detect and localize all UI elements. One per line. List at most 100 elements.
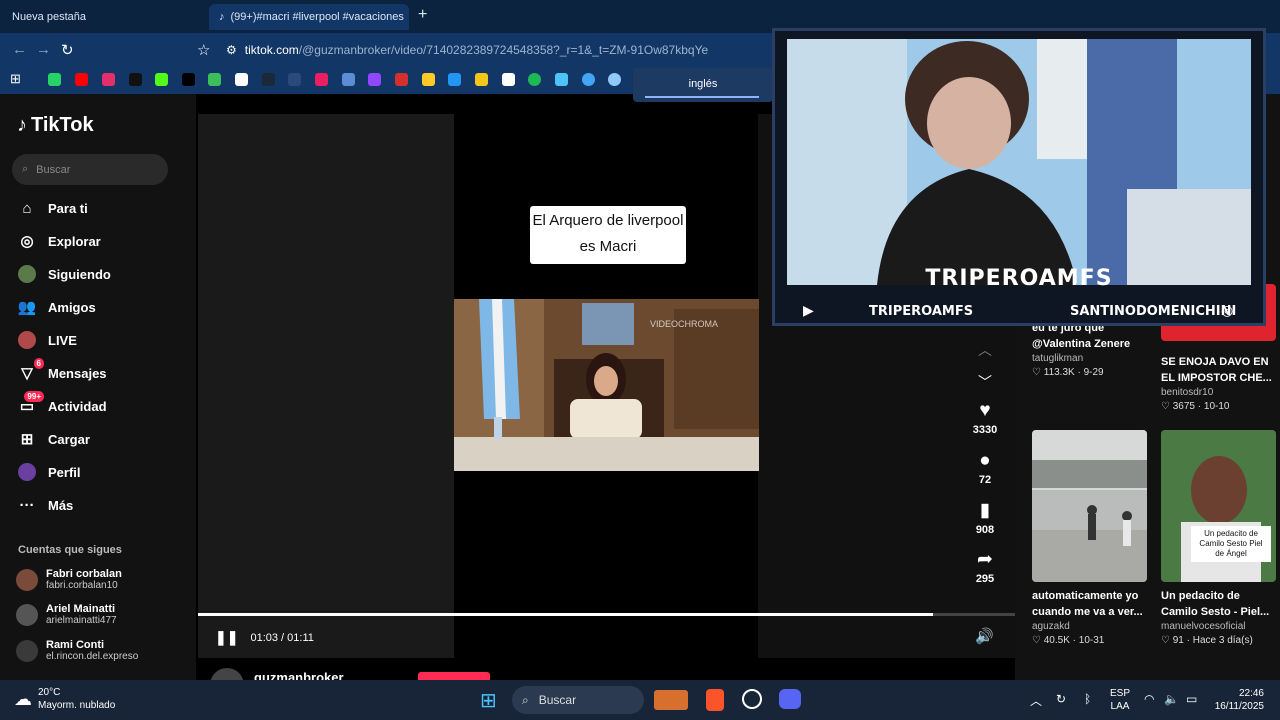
system-clock[interactable]: 22:46 16/11/2025 (1212, 687, 1264, 713)
kick-icon[interactable] (155, 73, 168, 86)
url-host: tiktok.com (244, 43, 299, 57)
bookmark-icon[interactable] (608, 73, 621, 86)
instagram-icon[interactable] (102, 73, 115, 86)
sidebar-item-perfil[interactable]: Perfil (18, 461, 81, 483)
like-button[interactable]: ♥ 3330 (960, 400, 1010, 436)
battery-icon[interactable]: ▭ (1186, 692, 1197, 706)
language-indicator[interactable]: ESP LAA (1110, 687, 1130, 713)
discord-icon[interactable] (779, 689, 801, 709)
tiktok-logo[interactable]: ♪ TikTok (17, 114, 94, 137)
video-caption: El Arquero de liverpool es Macri (530, 206, 686, 264)
sidebar-item-label: Perfil (48, 464, 81, 480)
thumbnail-overlay-text: Un pedacito de Camilo Sesto Piel de Ánge… (1191, 526, 1271, 562)
followed-account[interactable]: Ariel Mainatti arielmainatti477 (16, 603, 117, 627)
bookmark-icon[interactable] (582, 73, 595, 86)
bookmark-icon[interactable] (475, 73, 488, 86)
tab-new[interactable]: Nueva pestaña (2, 4, 202, 30)
bluetooth-icon[interactable]: ᛒ (1084, 692, 1091, 706)
twitch-icon[interactable] (368, 73, 381, 86)
card-thumbnail (1032, 430, 1147, 582)
sidebar-item-label: Actividad (48, 398, 107, 414)
sync-icon[interactable]: ↻ (1056, 692, 1066, 706)
search-input[interactable]: ⌕ Buscar (12, 154, 168, 185)
save-button[interactable]: ▮ 908 (960, 500, 1010, 536)
account-handle: el.rincon.del.expreso (46, 651, 139, 662)
sidebar-item-mensajes[interactable]: ▽ 6 Mensajes (18, 358, 107, 384)
chevron-up-icon[interactable]: ︿ (1030, 692, 1042, 709)
friends-icon: 👥 (17, 299, 37, 316)
webcam-overlay: TRIPEROAMFS ▶ TRIPEROAMFS SANTINODOMENIC… (772, 28, 1266, 326)
followed-account[interactable]: Fabri corbalan fabri.corbalan10 (16, 568, 122, 592)
sidebar-item-actividad[interactable]: ▭ 99+ Actividad (18, 391, 107, 417)
bookmark-icon[interactable] (342, 73, 355, 86)
steam-icon[interactable] (262, 73, 275, 86)
clock-date: 16/11/2025 (1214, 701, 1264, 712)
account-name: Fabri corbalan (46, 568, 122, 580)
sidebar-item-label: Explorar (48, 233, 101, 249)
upload-icon: ⊞ (20, 431, 34, 448)
activity-icon: ▭ 99+ (18, 391, 44, 415)
tab-tiktok[interactable]: ♪ (99+)#macri #liverpool #vacaciones ✕ (209, 4, 409, 30)
video-card[interactable]: SE ENOJA DAVO EN EL IMPOSTOR CHE... beni… (1161, 348, 1276, 412)
speaker-icon[interactable]: 🔈 (1164, 692, 1179, 706)
pause-icon[interactable]: ❚❚ (215, 629, 238, 646)
google-icon[interactable] (235, 73, 248, 86)
card-user: tatuglikman (1032, 353, 1084, 364)
tab-title: Nueva pestaña (12, 11, 86, 23)
reload-icon[interactable]: ↻ (61, 41, 74, 59)
heart-icon: ♥ (979, 400, 991, 421)
comment-icon: ● (979, 450, 991, 471)
followed-account[interactable]: Rami Conti el.rincon.del.expreso (16, 639, 138, 663)
game-app-icon[interactable] (654, 690, 688, 710)
sidebar-item-live[interactable]: LIVE (18, 329, 77, 351)
download-icon[interactable] (555, 73, 568, 86)
tiktok-favicon-icon: ♪ (219, 11, 225, 23)
bookmark-icon[interactable] (315, 73, 328, 86)
weather-widget[interactable]: ☁ 20°C Mayorm. nublado (14, 686, 115, 712)
bookmark-icon[interactable]: ☆ (197, 41, 210, 59)
windows-start-icon[interactable]: ⊞ (480, 688, 497, 713)
sidebar-item-explorar[interactable]: ◎ Explorar (18, 230, 101, 252)
site-info-icon[interactable]: ⚙ (226, 43, 237, 57)
x-icon[interactable] (182, 73, 195, 86)
translate-popup[interactable]: inglés (633, 68, 773, 102)
prev-video-icon[interactable]: ︿ (960, 340, 1010, 360)
lang-layout: LAA (1110, 701, 1130, 712)
sidebar-item-cargar[interactable]: ⊞ Cargar (18, 428, 90, 450)
video-progress-bar[interactable] (198, 613, 1015, 616)
url-field[interactable]: ⚙ tiktok.com/@guzmanbroker/video/7140282… (226, 38, 786, 62)
forward-icon[interactable]: → (36, 41, 51, 58)
sidebar-item-siguiendo[interactable]: Siguiendo (18, 263, 111, 285)
translate-language: inglés (688, 78, 718, 90)
taskbar-search[interactable]: ⌕ Buscar (512, 686, 644, 714)
back-icon[interactable]: ← (12, 41, 27, 58)
tiktok-icon[interactable] (129, 73, 142, 86)
video-card[interactable]: automaticamente yo cuando me va a ver...… (1032, 430, 1147, 646)
volume-icon[interactable]: 🔊 (975, 627, 994, 645)
bookmark-icon[interactable] (422, 73, 435, 86)
share-button[interactable]: ➦ 295 (960, 549, 1010, 585)
video-frame[interactable]: VIDEOCHROMA (454, 299, 759, 471)
obs-icon[interactable] (742, 689, 762, 709)
sidebar-item-amigos[interactable]: 👥 Amigos (18, 296, 96, 318)
wifi-icon[interactable]: ◠ (1144, 692, 1154, 706)
brave-browser-icon[interactable] (706, 689, 724, 711)
bookmark-icon[interactable] (288, 73, 301, 86)
spotify-icon[interactable] (528, 73, 541, 86)
new-tab-button[interactable]: + (418, 6, 427, 24)
sidebar-item-para-ti[interactable]: ⌂ Para ti (18, 197, 87, 219)
next-video-icon[interactable]: ﹀ (960, 372, 1010, 392)
apps-icon[interactable]: ⊞ (10, 71, 21, 87)
bookmark-icon[interactable] (395, 73, 408, 86)
card-thumbnail: Un pedacito de Camilo Sesto Piel de Ánge… (1161, 430, 1276, 582)
youtube-icon[interactable] (75, 73, 88, 86)
video-watermark: VIDEOCHROMA (650, 319, 718, 329)
share-count: 295 (975, 573, 995, 585)
video-card[interactable]: Un pedacito de Camilo Sesto Piel de Ánge… (1161, 430, 1276, 646)
whatsapp-icon[interactable] (48, 73, 61, 86)
bookmark-icon[interactable] (208, 73, 221, 86)
bookmark-icon[interactable] (502, 73, 515, 86)
comment-button[interactable]: ● 72 (960, 450, 1010, 486)
bookmark-icon[interactable] (448, 73, 461, 86)
sidebar-item-mas[interactable]: ··· Más (18, 494, 74, 516)
